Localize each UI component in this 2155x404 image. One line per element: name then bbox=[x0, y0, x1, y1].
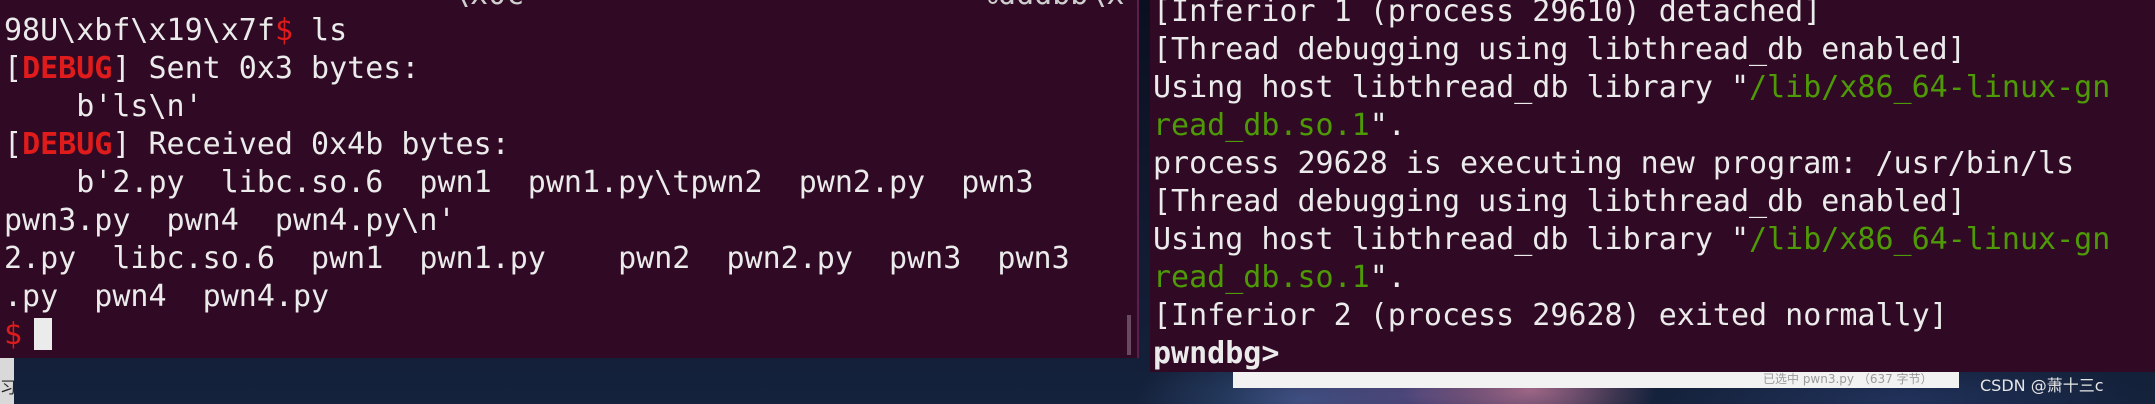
gdb-output-line: process 29628 is executing new program: … bbox=[1153, 146, 2075, 181]
shell-prompt-line: 98U\xbf\x19\x7f$ ls bbox=[4, 12, 347, 50]
received-payload-line: pwn3.py pwn4 pwn4.py\n' bbox=[4, 203, 456, 238]
libthread-path: read_db.so.1 bbox=[1153, 108, 1370, 143]
right-terminal-window[interactable]: [Inferior 1 (process 29610) detached] [T… bbox=[1150, 0, 2155, 372]
bracket-open: [ bbox=[4, 127, 23, 162]
taskbar-label: 习 bbox=[0, 378, 14, 397]
gdb-output-line: [Inferior 2 (process 29628) exited norma… bbox=[1153, 298, 1948, 333]
bracket-open: [ bbox=[4, 51, 23, 86]
final-prompt-line[interactable]: $ bbox=[4, 316, 53, 354]
prompt-prefix: 98U\xbf\x19\x7f bbox=[4, 13, 275, 48]
debug-tag: DEBUG bbox=[22, 51, 113, 86]
command-text: ls bbox=[293, 13, 348, 48]
debug-tag: DEBUG bbox=[22, 127, 113, 162]
text-cursor bbox=[34, 318, 53, 350]
left-terminal-window[interactable]: \x0c %dddbb\x 98U\xbf\x19\x7f$ ls [DEBUG… bbox=[0, 0, 1139, 358]
prompt-symbol: $ bbox=[4, 317, 23, 352]
gdb-output-line: [Thread debugging using libthread_db ena… bbox=[1153, 184, 1966, 219]
window-border bbox=[1137, 0, 1139, 358]
scrollbar-thumb[interactable] bbox=[1127, 315, 1131, 355]
gdb-libthread-cont-line: read_db.so.1". bbox=[1153, 107, 1406, 145]
debug-sent-line: [DEBUG] Sent 0x3 bytes: bbox=[4, 50, 419, 88]
debug-received-text: ] Received 0x4b bytes: bbox=[112, 127, 510, 162]
libthread-suffix: ". bbox=[1369, 260, 1406, 295]
editor-status-bar: 已选中 pwn3.py （637 字节） bbox=[1233, 372, 1959, 388]
cut-off-line-fragment: %dddbb\x bbox=[980, 0, 1125, 14]
gdb-libthread-cont-line: read_db.so.1". bbox=[1153, 259, 1406, 297]
gdb-libthread-line: Using host libthread_db library "/lib/x8… bbox=[1153, 221, 2110, 259]
ls-output-line: .py pwn4 pwn4.py bbox=[4, 279, 330, 314]
ls-output-line: 2.py libc.so.6 pwn1 pwn1.py pwn2 pwn2.py… bbox=[4, 241, 1070, 276]
sent-payload-line: b'ls\n' bbox=[4, 89, 203, 124]
prompt-symbol: $ bbox=[274, 13, 293, 48]
debug-received-line: [DEBUG] Received 0x4b bytes: bbox=[4, 126, 510, 164]
gdb-libthread-line: Using host libthread_db library "/lib/x8… bbox=[1153, 69, 2110, 107]
libthread-prefix: Using host libthread_db library " bbox=[1153, 222, 1750, 257]
libthread-path: read_db.so.1 bbox=[1153, 260, 1370, 295]
pwndbg-prompt[interactable]: pwndbg> bbox=[1153, 335, 1279, 372]
watermark: CSDN @萧十三c bbox=[1980, 376, 2104, 395]
libthread-path: /lib/x86_64-linux-gn bbox=[1749, 222, 2111, 257]
libthread-prefix: Using host libthread_db library " bbox=[1153, 70, 1750, 105]
libthread-suffix: ". bbox=[1369, 108, 1406, 143]
gdb-output-line: [Thread debugging using libthread_db ena… bbox=[1153, 32, 1966, 67]
editor-status-text: 已选中 pwn3.py （637 字节） bbox=[1763, 372, 1933, 386]
gdb-output-line: [Inferior 1 (process 29610) detached] bbox=[1153, 0, 1822, 29]
libthread-path: /lib/x86_64-linux-gn bbox=[1749, 70, 2111, 105]
debug-sent-text: ] Sent 0x3 bytes: bbox=[112, 51, 420, 86]
received-payload-line: b'2.py libc.so.6 pwn1 pwn1.py\tpwn2 pwn2… bbox=[4, 165, 1034, 200]
cut-off-line-fragment: \x0c bbox=[452, 0, 524, 14]
